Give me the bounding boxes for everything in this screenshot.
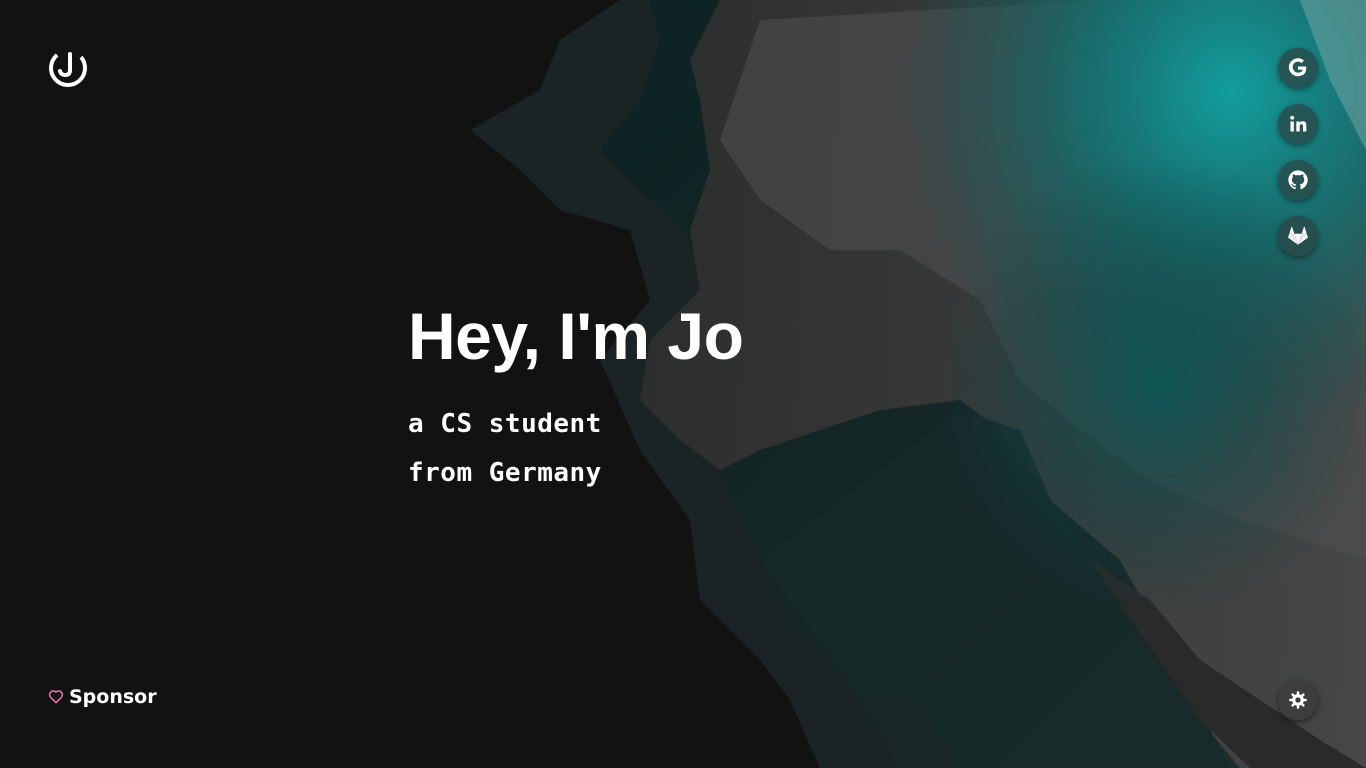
hero: Hey, I'm Jo a CS student from Germany: [408, 296, 744, 498]
hero-subtitle-line-2: from Germany: [408, 458, 602, 488]
sponsor-link[interactable]: Sponsor: [48, 685, 157, 709]
sponsor-label: Sponsor: [69, 686, 157, 708]
gitlab-link[interactable]: [1278, 216, 1318, 256]
hero-title: Hey, I'm Jo: [408, 299, 744, 373]
jo-logo-icon: [49, 49, 87, 87]
settings-gear-icon: [1289, 691, 1307, 709]
google-icon: [1288, 58, 1307, 77]
social-links: [1278, 48, 1318, 256]
page: Hey, I'm Jo a CS student from Germany Sp…: [0, 0, 1366, 768]
heart-icon: [48, 690, 64, 704]
linkedin-icon: [1290, 115, 1307, 132]
github-icon: [1288, 170, 1308, 190]
google-link[interactable]: [1278, 48, 1318, 88]
linkedin-link[interactable]: [1278, 104, 1318, 144]
github-link[interactable]: [1278, 160, 1318, 200]
gitlab-icon: [1288, 226, 1308, 245]
hero-subtitle-line-1: a CS student: [408, 409, 602, 439]
hero-subtitle: a CS student from Germany: [408, 400, 743, 498]
theme-toggle-button[interactable]: [1278, 680, 1318, 720]
home-logo[interactable]: [48, 48, 88, 88]
